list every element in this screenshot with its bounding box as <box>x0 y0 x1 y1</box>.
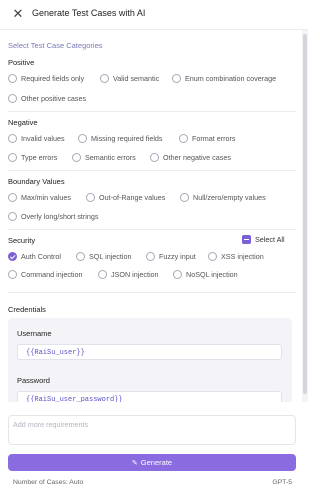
checkbox[interactable] <box>76 252 85 261</box>
checkbox[interactable] <box>179 134 188 143</box>
close-icon[interactable]: ✕ <box>11 7 25 21</box>
option-format-errors[interactable]: Format errors <box>179 134 236 143</box>
dialog-title: Generate Test Cases with AI <box>32 8 146 18</box>
checkbox[interactable] <box>8 134 17 143</box>
password-field[interactable]: {{RaiSu_user_password}} <box>17 391 282 402</box>
option-required-fields-only[interactable]: Required fields only <box>8 74 84 83</box>
positive-heading: Positive <box>8 58 35 67</box>
checkbox[interactable] <box>8 94 17 103</box>
negative-heading: Negative <box>8 118 38 127</box>
checkbox[interactable] <box>173 270 182 279</box>
username-label: Username <box>17 329 52 338</box>
checkbox[interactable] <box>172 74 181 83</box>
section-divider <box>8 170 296 171</box>
option-command-injection[interactable]: Command injection <box>8 270 83 279</box>
checkbox[interactable] <box>8 270 17 279</box>
option-valid-semantic[interactable]: Valid semantic <box>100 74 159 83</box>
option-out-of-range-values[interactable]: Out-of-Range values <box>86 193 165 202</box>
checkbox[interactable] <box>180 193 189 202</box>
checkbox[interactable] <box>8 212 17 221</box>
option-invalid-values[interactable]: Invalid values <box>8 134 65 143</box>
option-nosql-injection[interactable]: NoSQL injection <box>173 270 238 279</box>
checkbox[interactable] <box>78 134 87 143</box>
checkbox[interactable] <box>8 153 17 162</box>
sparkle-icon: ✎ <box>131 459 138 467</box>
security-heading: Security <box>8 236 36 245</box>
option-sql-injection[interactable]: SQL injection <box>76 252 131 261</box>
checkbox[interactable] <box>208 252 217 261</box>
scrollbar-thumb[interactable] <box>303 34 307 394</box>
section-divider <box>8 111 296 112</box>
generate-label: Generate <box>140 458 173 467</box>
section-divider <box>8 292 296 293</box>
option-max-min-values[interactable]: Max/min values <box>8 193 71 202</box>
checkbox[interactable] <box>8 74 17 83</box>
checkbox-checked[interactable] <box>8 252 17 261</box>
credentials-heading: Credentials <box>8 305 46 314</box>
option-json-injection[interactable]: JSON injection <box>98 270 159 279</box>
dialog-header: ✕ Generate Test Cases with AI <box>0 0 308 30</box>
username-field[interactable]: {{RaiSu_user}} <box>17 344 282 360</box>
option-enum-combination-coverage[interactable]: Enum combination coverage <box>172 74 276 83</box>
checkbox[interactable] <box>8 193 17 202</box>
option-fuzzy-input[interactable]: Fuzzy input <box>146 252 196 261</box>
checkbox[interactable] <box>86 193 95 202</box>
option-other-negative-cases[interactable]: Other negative cases <box>150 153 231 162</box>
option-null-zero-empty-values[interactable]: Null/zero/empty values <box>180 193 266 202</box>
checkbox[interactable] <box>98 270 107 279</box>
select-all-checkbox[interactable] <box>242 235 251 244</box>
number-of-cases[interactable]: Number of Cases: Auto <box>13 479 83 486</box>
option-type-errors[interactable]: Type errors <box>8 153 57 162</box>
scroll-area[interactable]: Select Test Case Categories Positive Req… <box>0 30 302 402</box>
requirements-placeholder: Add more requirements <box>13 420 89 429</box>
option-auth-control[interactable]: Auth Control <box>8 252 61 261</box>
option-missing-required-fields[interactable]: Missing required fields <box>78 134 163 143</box>
select-all-toggle[interactable]: Select All <box>242 235 285 244</box>
checkbox[interactable] <box>150 153 159 162</box>
boundary-heading: Boundary Values <box>8 177 65 186</box>
checkbox[interactable] <box>100 74 109 83</box>
option-semantic-errors[interactable]: Semantic errors <box>72 153 136 162</box>
categories-heading: Select Test Case Categories <box>8 41 103 50</box>
model-selector[interactable]: GPT-5 <box>272 479 292 486</box>
section-divider <box>8 229 296 230</box>
option-overly-long-short-strings[interactable]: Overly long/short strings <box>8 212 99 221</box>
option-other-positive-cases[interactable]: Other positive cases <box>8 94 86 103</box>
option-xss-injection[interactable]: XSS injection <box>208 252 264 261</box>
password-label: Password <box>17 376 50 385</box>
checkbox[interactable] <box>146 252 155 261</box>
checkbox[interactable] <box>72 153 81 162</box>
generate-button[interactable]: ✎ Generate <box>8 454 296 471</box>
